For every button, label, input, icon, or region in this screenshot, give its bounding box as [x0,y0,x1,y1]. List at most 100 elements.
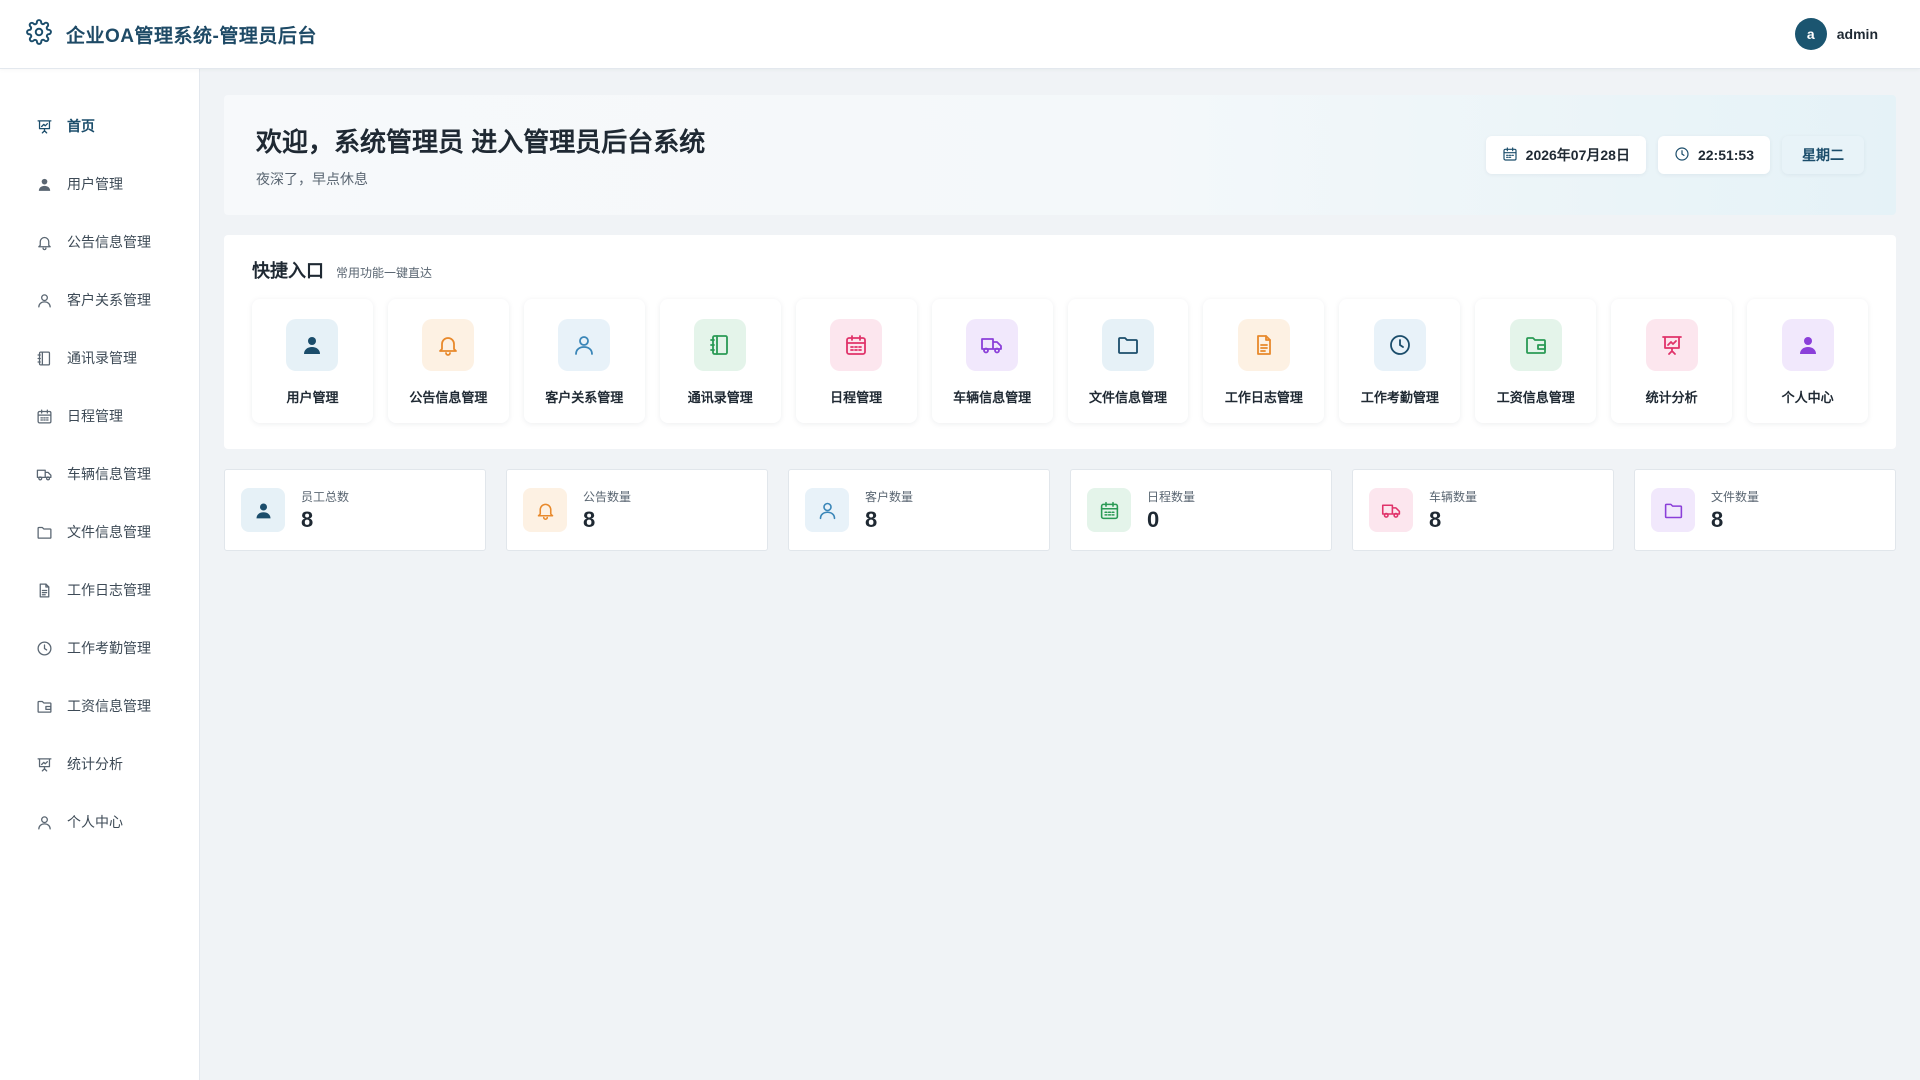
document-icon [35,581,53,599]
quick-tile[interactable]: 通讯录管理 [659,299,781,423]
user-solid-icon [1781,319,1834,371]
avatar[interactable]: a [1794,18,1827,50]
stat-text: 客户数量 8 [865,488,913,533]
stat-label: 日程数量 [1147,489,1196,504]
time-chip: 22:51:53 [1657,136,1770,174]
calendar-icon [1087,488,1131,532]
wallet-icon [1509,319,1562,371]
quick-tile-label: 客户关系管理 [545,390,624,405]
quick-tile[interactable]: 公告信息管理 [387,299,509,423]
quick-tile-label: 工作考勤管理 [1360,390,1439,405]
stat-text: 公告数量 8 [583,488,631,533]
weekday-chip: 星期二 [1782,136,1864,174]
sidebar-item-label: 文件信息管理 [67,524,151,540]
quick-tile-label: 车辆信息管理 [953,390,1032,405]
weekday-text: 星期二 [1802,147,1844,163]
sidebar-item[interactable]: 通讯录管理 [0,329,199,387]
stat-card: 员工总数 8 [224,469,486,551]
quick-tile[interactable]: 车辆信息管理 [931,299,1053,423]
quick-tile-label: 用户管理 [286,390,339,405]
quick-tile[interactable]: 个人中心 [1747,299,1869,423]
sidebar-item[interactable]: 日程管理 [0,387,199,445]
sidebar-item[interactable]: 统计分析 [0,735,199,793]
folder-icon [1101,319,1154,371]
stat-card: 文件数量 8 [1634,469,1896,551]
sidebar-item-label: 工作日志管理 [67,582,151,598]
stat-value: 8 [1429,506,1442,532]
sidebar: 首页 用户管理 公告信息管理 客户关系管理 通讯录管理 日程管理 车辆信息管理 文件信息管理工… [0,69,200,1080]
sidebar-item[interactable]: 工作日志管理 [0,561,199,619]
clock-icon [35,639,53,657]
quick-access-title: 快捷入口 [252,261,324,281]
sidebar-item-label: 工作考勤管理 [67,640,151,656]
quick-tile[interactable]: 工资信息管理 [1475,299,1597,423]
app-title: 企业OA管理系统-管理员后台 [66,25,317,47]
stat-value: 0 [1147,506,1160,532]
truck-icon [1369,488,1413,532]
sidebar-item[interactable]: 工作考勤管理 [0,619,199,677]
sidebar-item[interactable]: 用户管理 [0,155,199,213]
main-content: 欢迎，系统管理员 进入管理员后台系统 夜深了，早点休息 2026年07月28日 … [224,95,1896,551]
quick-tile[interactable]: 文件信息管理 [1067,299,1189,423]
notebook-icon [694,319,747,371]
quick-tile-label: 工资信息管理 [1496,390,1575,405]
stat-value: 8 [583,506,596,532]
stat-value: 8 [301,506,314,532]
sidebar-item-label: 统计分析 [67,756,123,772]
sidebar-item[interactable]: 个人中心 [0,793,199,851]
stat-text: 文件数量 8 [1711,488,1759,533]
user-solid-icon [35,175,53,193]
presentation-chart-icon [35,117,53,135]
folder-icon [1651,488,1695,532]
stat-label: 车辆数量 [1429,489,1478,504]
stat-text: 日程数量 0 [1147,488,1195,533]
welcome-banner: 欢迎，系统管理员 进入管理员后台系统 夜深了，早点休息 2026年07月28日 … [224,95,1896,215]
stat-card: 客户数量 8 [788,469,1050,551]
welcome-text: 欢迎，系统管理员 进入管理员后台系统 夜深了，早点休息 [256,122,705,189]
sidebar-item[interactable]: 首页 [0,97,199,155]
sidebar-item-label: 个人中心 [67,814,123,830]
stat-label: 客户数量 [865,489,914,504]
quick-tile-label: 文件信息管理 [1088,390,1167,405]
quick-tile[interactable]: 工作日志管理 [1203,299,1325,423]
quick-tile-label: 公告信息管理 [409,390,488,405]
sidebar-item[interactable]: 车辆信息管理 [0,445,199,503]
stat-card: 公告数量 8 [506,469,768,551]
date-chip: 2026年07月28日 [1485,136,1646,174]
notebook-icon [35,349,53,367]
user-outline-icon [35,291,53,309]
stats-row: 员工总数 8 公告数量 8 客户数量 8 日程数量 0 车辆数量 8 文件数量 8 [224,469,1896,551]
quick-tile[interactable]: 用户管理 [252,299,373,423]
username[interactable]: admin [1837,26,1878,42]
folder-icon [35,523,53,541]
clock-icon [1674,146,1690,165]
user-outline-icon [558,319,611,371]
stat-text: 员工总数 8 [301,488,349,533]
user-outline-icon [805,488,849,532]
quick-access-panel: 快捷入口 常用功能一键直达 用户管理 公告信息管理 客户关系管理 通讯录管理 日程管理 车… [224,235,1896,449]
sidebar-item[interactable]: 公告信息管理 [0,213,199,271]
sidebar-item[interactable]: 客户关系管理 [0,271,199,329]
quick-tile[interactable]: 日程管理 [795,299,917,423]
top-header: 企业OA管理系统-管理员后台 a admin [0,0,1920,69]
sidebar-item-label: 车辆信息管理 [67,466,151,482]
quick-tile-label: 统计分析 [1645,390,1698,405]
quick-tile[interactable]: 统计分析 [1611,299,1733,423]
stat-label: 员工总数 [301,489,350,504]
welcome-subtitle: 夜深了，早点休息 [256,170,368,187]
stat-label: 公告数量 [583,489,632,504]
user-menu[interactable]: a admin [1794,18,1878,50]
quick-tile-label: 个人中心 [1781,390,1834,405]
sidebar-item[interactable]: 文件信息管理 [0,503,199,561]
quick-access-subtitle: 常用功能一键直达 [336,266,433,280]
bell-icon [422,319,475,371]
calendar-icon [35,407,53,425]
brand[interactable]: 企业OA管理系统-管理员后台 [26,18,317,50]
quick-tile[interactable]: 工作考勤管理 [1339,299,1461,423]
user-outline-icon [35,813,53,831]
calendar-icon [1502,146,1518,165]
quick-tile[interactable]: 客户关系管理 [523,299,645,423]
sidebar-item-label: 首页 [67,118,95,134]
stat-card: 车辆数量 8 [1352,469,1614,551]
sidebar-item[interactable]: 工资信息管理 [0,677,199,735]
